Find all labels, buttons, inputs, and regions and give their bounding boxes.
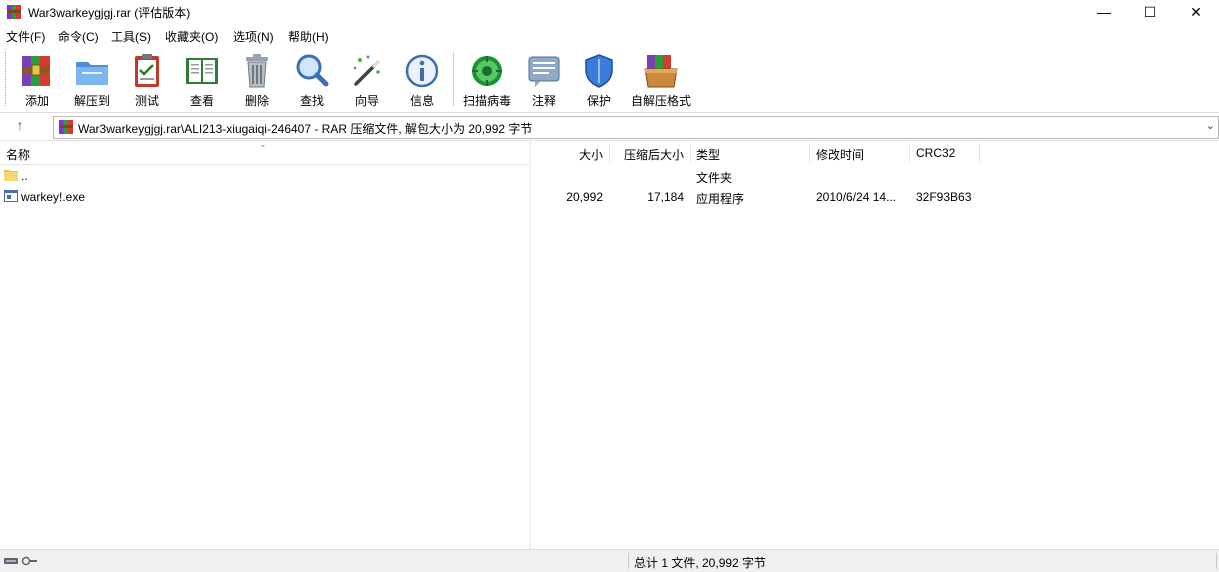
comment-button[interactable]: 注释 bbox=[517, 50, 571, 108]
menu-options[interactable]: 选项(N) bbox=[233, 28, 274, 45]
find-button[interactable]: 查找 bbox=[285, 50, 339, 108]
modified-cell: 2010/6/24 14... bbox=[816, 190, 897, 204]
folder-tree-pane: 名称 ⌄ .. warkey!.exe bbox=[0, 139, 529, 549]
drive-key-icon bbox=[4, 556, 37, 566]
exe-file-icon bbox=[4, 190, 18, 202]
address-row: ↑ War3warkeygjgj.rar\ALI213-xiugaiqi-246… bbox=[0, 113, 1219, 141]
sfx-button[interactable]: 自解压格式 bbox=[631, 50, 691, 108]
view-button[interactable]: 查看 bbox=[175, 50, 229, 108]
extract-to-button[interactable]: 解压到 bbox=[65, 50, 119, 108]
menu-help[interactable]: 帮助(H) bbox=[288, 28, 329, 45]
address-path: War3warkeygjgj.rar\ALI213-xiugaiqi-24640… bbox=[78, 122, 533, 136]
type-cell: 文件夹 bbox=[696, 171, 733, 185]
info-icon bbox=[405, 54, 439, 88]
menu-bar: 文件(F) 命令(C) 工具(S) 收藏夹(O) 选项(N) 帮助(H) bbox=[0, 25, 1219, 45]
winrar-app-icon bbox=[7, 5, 21, 19]
crc-column-header[interactable]: CRC32 bbox=[916, 146, 955, 160]
type-column-header[interactable]: 类型 bbox=[696, 146, 720, 163]
packed-size-column-header[interactable]: 压缩后大小 bbox=[611, 146, 684, 163]
packed-size-cell: 17,184 bbox=[647, 190, 684, 204]
type-cell: 应用程序 bbox=[696, 192, 745, 206]
magic-wand-icon bbox=[353, 55, 380, 86]
file-list-pane: 大小 压缩后大小 类型 修改时间 CRC32 文件夹 20,992 17,184… bbox=[531, 141, 1219, 549]
folder-icon bbox=[4, 170, 18, 181]
status-bar: 总计 1 文件, 20,992 字节 bbox=[0, 549, 1219, 572]
extract-folder-icon bbox=[76, 62, 108, 85]
list-item[interactable]: warkey!.exe bbox=[0, 186, 529, 207]
window-title: War3warkeygjgj.rar (评估版本) bbox=[28, 6, 191, 20]
info-label: 信息 bbox=[409, 94, 434, 108]
menu-tools[interactable]: 工具(S) bbox=[111, 28, 151, 45]
view-book-icon bbox=[186, 58, 218, 84]
status-divider bbox=[1216, 553, 1217, 569]
virus-scan-icon bbox=[472, 56, 502, 86]
menu-file[interactable]: 文件(F) bbox=[6, 28, 45, 45]
chevron-down-icon[interactable]: ⌄ bbox=[1206, 119, 1215, 132]
table-row[interactable]: 文件夹 bbox=[531, 165, 1219, 186]
test-clipboard-icon bbox=[135, 54, 159, 87]
status-divider bbox=[628, 553, 629, 569]
magnifier-icon bbox=[296, 54, 329, 87]
address-field[interactable]: War3warkeygjgj.rar\ALI213-xiugaiqi-24640… bbox=[53, 116, 1219, 139]
column-divider[interactable] bbox=[690, 143, 691, 162]
column-divider[interactable] bbox=[609, 143, 610, 162]
column-divider[interactable] bbox=[909, 143, 910, 162]
crc-cell: 32F93B63 bbox=[916, 190, 972, 204]
name-column-header[interactable]: 名称 ⌄ bbox=[0, 139, 529, 165]
column-divider[interactable] bbox=[809, 143, 810, 162]
menu-favorites[interactable]: 收藏夹(O) bbox=[165, 28, 218, 45]
add-button[interactable]: 添加 bbox=[10, 50, 64, 108]
size-cell: 20,992 bbox=[566, 190, 603, 204]
sfx-box-icon bbox=[644, 55, 678, 88]
maximize-button[interactable]: ☐ bbox=[1127, 0, 1173, 24]
file-list-header: 大小 压缩后大小 类型 修改时间 CRC32 bbox=[531, 141, 1219, 164]
sort-indicator-icon: ⌄ bbox=[259, 139, 267, 149]
trash-icon bbox=[246, 54, 268, 88]
status-text: 总计 1 文件, 20,992 字节 bbox=[634, 556, 767, 570]
rar-archive-icon bbox=[59, 120, 73, 134]
info-button[interactable]: 信息 bbox=[395, 50, 449, 108]
add-archive-icon bbox=[22, 56, 50, 86]
scan-virus-button[interactable]: 扫描病毒 bbox=[460, 50, 514, 108]
protect-label: 保护 bbox=[586, 94, 611, 108]
list-item-name: warkey!.exe bbox=[21, 190, 86, 204]
list-item[interactable]: .. bbox=[0, 165, 529, 186]
toolbar: 添加 解压到 测试 查看 删除 查找 向导 信息 扫描病毒 注释 保护 自解压格… bbox=[0, 46, 1219, 113]
list-item-name: .. bbox=[21, 169, 28, 183]
delete-button[interactable]: 删除 bbox=[230, 50, 284, 108]
close-button[interactable]: ✕ bbox=[1173, 0, 1219, 24]
protect-button[interactable]: 保护 bbox=[572, 50, 626, 108]
size-column-header[interactable]: 大小 bbox=[531, 146, 603, 163]
wizard-button[interactable]: 向导 bbox=[340, 50, 394, 108]
sfx-label: 自解压格式 bbox=[630, 94, 691, 108]
column-divider[interactable] bbox=[979, 143, 980, 162]
comment-icon bbox=[528, 56, 560, 87]
name-header-label: 名称 bbox=[6, 148, 31, 162]
menu-commands[interactable]: 命令(C) bbox=[58, 28, 99, 45]
modified-column-header[interactable]: 修改时间 bbox=[816, 146, 864, 163]
table-row[interactable]: 20,992 17,184 应用程序 2010/6/24 14... 32F93… bbox=[531, 186, 1219, 207]
minimize-button[interactable]: — bbox=[1081, 0, 1127, 24]
title-bar: War3warkeygjgj.rar (评估版本) — ☐ ✕ bbox=[0, 0, 1219, 24]
up-arrow-button[interactable]: ↑ bbox=[10, 117, 30, 135]
test-button[interactable]: 测试 bbox=[120, 50, 174, 108]
shield-icon bbox=[585, 54, 613, 88]
